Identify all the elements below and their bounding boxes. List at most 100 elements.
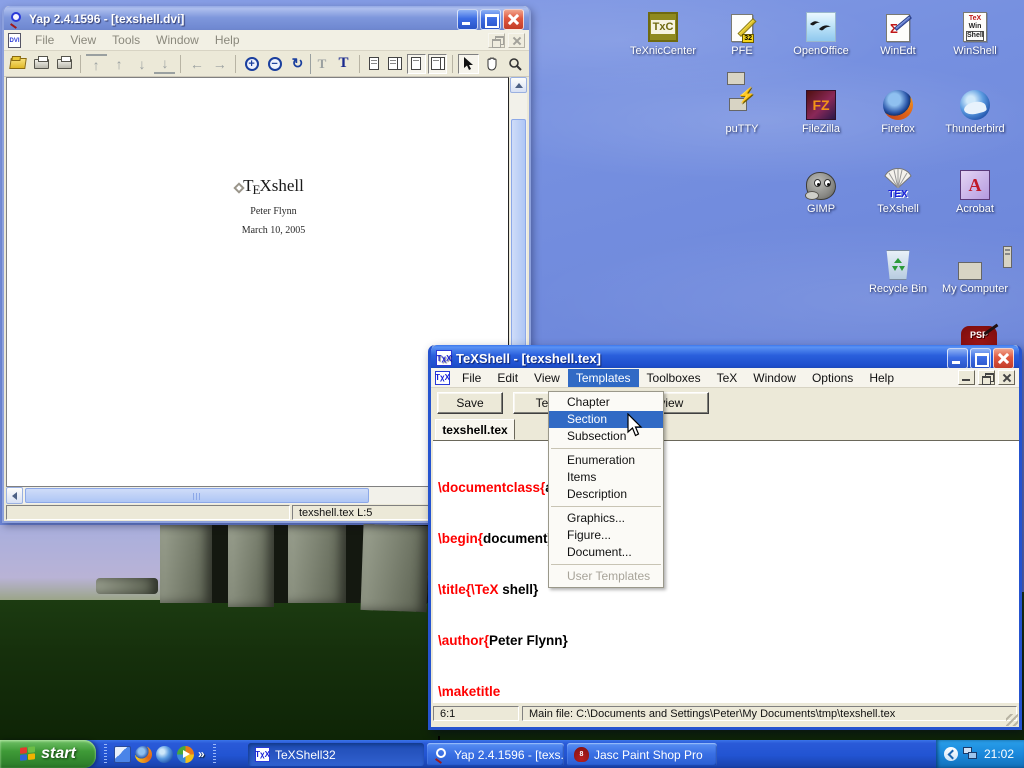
- menu-file[interactable]: File: [27, 31, 62, 49]
- close-button[interactable]: [993, 348, 1014, 369]
- menu-item-graphics[interactable]: Graphics...: [549, 510, 663, 527]
- yap-window-title: Yap 2.4.1596 - [texshell.dvi]: [29, 12, 184, 26]
- scroll-left-button[interactable]: [6, 487, 23, 504]
- previous-page-button[interactable]: ↑: [109, 54, 130, 74]
- taskbar-button-yap[interactable]: Yap 2.4.1596 - [texs...: [427, 743, 564, 766]
- menu-tex[interactable]: TeX: [709, 369, 746, 387]
- desktop-icon-thunderbird[interactable]: Thunderbird: [936, 84, 1014, 135]
- latex-editor[interactable]: \documentclass{article} \begin{document}…: [433, 440, 1019, 703]
- menu-view[interactable]: View: [62, 31, 104, 49]
- resize-grip[interactable]: [1006, 714, 1018, 726]
- maximize-button[interactable]: [970, 348, 991, 369]
- desktop-icon-firefox[interactable]: Firefox: [859, 84, 937, 135]
- desktop-icon-recycle-bin[interactable]: Recycle Bin: [859, 244, 937, 295]
- taskbar-button-paint-shop-pro[interactable]: 8 Jasc Paint Shop Pro: [567, 743, 717, 766]
- my-computer-icon: [936, 244, 1014, 280]
- fit-page-view-button[interactable]: [428, 54, 447, 74]
- firefox-quicklaunch-icon[interactable]: [135, 746, 152, 763]
- taskbar-button-texshell[interactable]: TχX TeXShell32: [248, 743, 424, 766]
- menu-item-user-templates[interactable]: User Templates: [549, 568, 663, 585]
- menu-tools[interactable]: Tools: [104, 31, 148, 49]
- menu-item-chapter[interactable]: Chapter: [549, 394, 663, 411]
- desktop-icon-my-computer[interactable]: My Computer: [936, 244, 1014, 295]
- desktop-icon-putty[interactable]: ⚡ puTTY: [703, 84, 781, 135]
- print-setup-button[interactable]: [54, 54, 75, 74]
- desktop-icon-texshell[interactable]: TEX TeXshell: [859, 164, 937, 215]
- maximize-button[interactable]: [480, 9, 501, 30]
- mdi-restore-button[interactable]: [488, 33, 505, 48]
- mdi-minimize-button[interactable]: [958, 370, 975, 385]
- code-line: \documentclass{article}: [438, 479, 1019, 496]
- hand-tool-button[interactable]: [481, 54, 502, 74]
- mdi-restore-button[interactable]: [978, 370, 995, 385]
- continuous-view-button[interactable]: [386, 54, 405, 74]
- menu-window[interactable]: Window: [745, 369, 804, 387]
- desktop-icon-openoffice[interactable]: OpenOffice: [782, 6, 860, 57]
- zoom-in-button[interactable]: +: [241, 54, 262, 74]
- yap-titlebar[interactable]: Yap 2.4.1596 - [texshell.dvi]: [4, 6, 529, 32]
- icon-label: Thunderbird: [936, 123, 1014, 135]
- desktop-icon-paint-shop-pro[interactable]: PSP: [961, 326, 997, 346]
- mdi-close-button[interactable]: [508, 33, 525, 48]
- next-page-button[interactable]: ↓: [132, 54, 153, 74]
- desktop-icon-winshell[interactable]: TeX Win Shell WinShell: [936, 6, 1014, 57]
- pointer-tool-button[interactable]: [458, 54, 479, 74]
- menu-item-description[interactable]: Description: [549, 486, 663, 503]
- text-cursor-tool-button[interactable]: T: [310, 54, 331, 74]
- menu-item-section[interactable]: Section: [549, 411, 663, 428]
- menu-view[interactable]: View: [526, 369, 568, 387]
- icon-label: TeXnicCenter: [624, 45, 702, 57]
- zoom-out-button[interactable]: −: [264, 54, 285, 74]
- refresh-button[interactable]: ↻: [287, 54, 308, 74]
- desktop-icon-filezilla[interactable]: FZ FileZilla: [782, 84, 860, 135]
- menu-item-items[interactable]: Items: [549, 469, 663, 486]
- code-line: \maketitle: [438, 683, 1019, 700]
- toolbar-grip[interactable]: [213, 744, 216, 764]
- magnifier-tool-button[interactable]: [504, 54, 525, 74]
- single-page-view-button[interactable]: [365, 54, 384, 74]
- back-button[interactable]: ←: [186, 54, 207, 74]
- menu-item-document[interactable]: Document...: [549, 544, 663, 561]
- text-tool-button[interactable]: T: [333, 54, 354, 74]
- dvi-document-icon: DVI: [8, 33, 21, 48]
- minimize-button[interactable]: [457, 9, 478, 30]
- desktop-icon-acrobat[interactable]: A Acrobat: [936, 164, 1014, 215]
- menu-edit[interactable]: Edit: [489, 369, 526, 387]
- desktop-icon-pfe[interactable]: 32 PFE: [703, 6, 781, 57]
- menu-item-enumeration[interactable]: Enumeration: [549, 452, 663, 469]
- menu-item-figure[interactable]: Figure...: [549, 527, 663, 544]
- fit-width-view-button[interactable]: [407, 54, 426, 74]
- close-button[interactable]: [503, 9, 524, 30]
- start-button[interactable]: start: [0, 740, 96, 768]
- tab-texshell-tex[interactable]: texshell.tex: [435, 419, 515, 440]
- menu-file[interactable]: File: [454, 369, 489, 387]
- thunderbird-quicklaunch-icon[interactable]: [156, 746, 173, 763]
- menu-help[interactable]: Help: [207, 31, 248, 49]
- last-page-button[interactable]: ↓: [154, 54, 175, 74]
- menu-toolboxes[interactable]: Toolboxes: [639, 369, 709, 387]
- hide-icons-chevron[interactable]: [944, 747, 958, 761]
- media-player-quicklaunch-icon[interactable]: [177, 746, 194, 763]
- network-tray-icon[interactable]: [963, 747, 979, 761]
- open-file-button[interactable]: [8, 54, 29, 74]
- horizontal-scroll-thumb[interactable]: [25, 488, 369, 503]
- first-page-button[interactable]: ↑: [86, 54, 107, 74]
- desktop-icon-gimp[interactable]: GIMP: [782, 164, 860, 215]
- windows-flag-icon: [20, 746, 36, 762]
- menu-help[interactable]: Help: [861, 369, 902, 387]
- menu-window[interactable]: Window: [148, 31, 207, 49]
- scroll-up-button[interactable]: [510, 77, 527, 93]
- minimize-button[interactable]: [947, 348, 968, 369]
- menu-templates[interactable]: Templates: [568, 369, 639, 387]
- desktop-icon-winedt[interactable]: Σ WinEdt: [859, 6, 937, 57]
- desktop-icon-texniccenter[interactable]: TxC TeXnicCenter: [624, 6, 702, 57]
- save-button[interactable]: Save: [437, 392, 503, 414]
- show-desktop-icon[interactable]: [114, 746, 131, 763]
- forward-button[interactable]: →: [209, 54, 230, 74]
- toolbar-grip[interactable]: [104, 744, 107, 764]
- print-button[interactable]: [31, 54, 52, 74]
- menu-options[interactable]: Options: [804, 369, 861, 387]
- quick-launch-expand-chevron[interactable]: »: [198, 747, 205, 761]
- mdi-close-button[interactable]: [998, 370, 1015, 385]
- menu-item-subsection[interactable]: Subsection: [549, 428, 663, 445]
